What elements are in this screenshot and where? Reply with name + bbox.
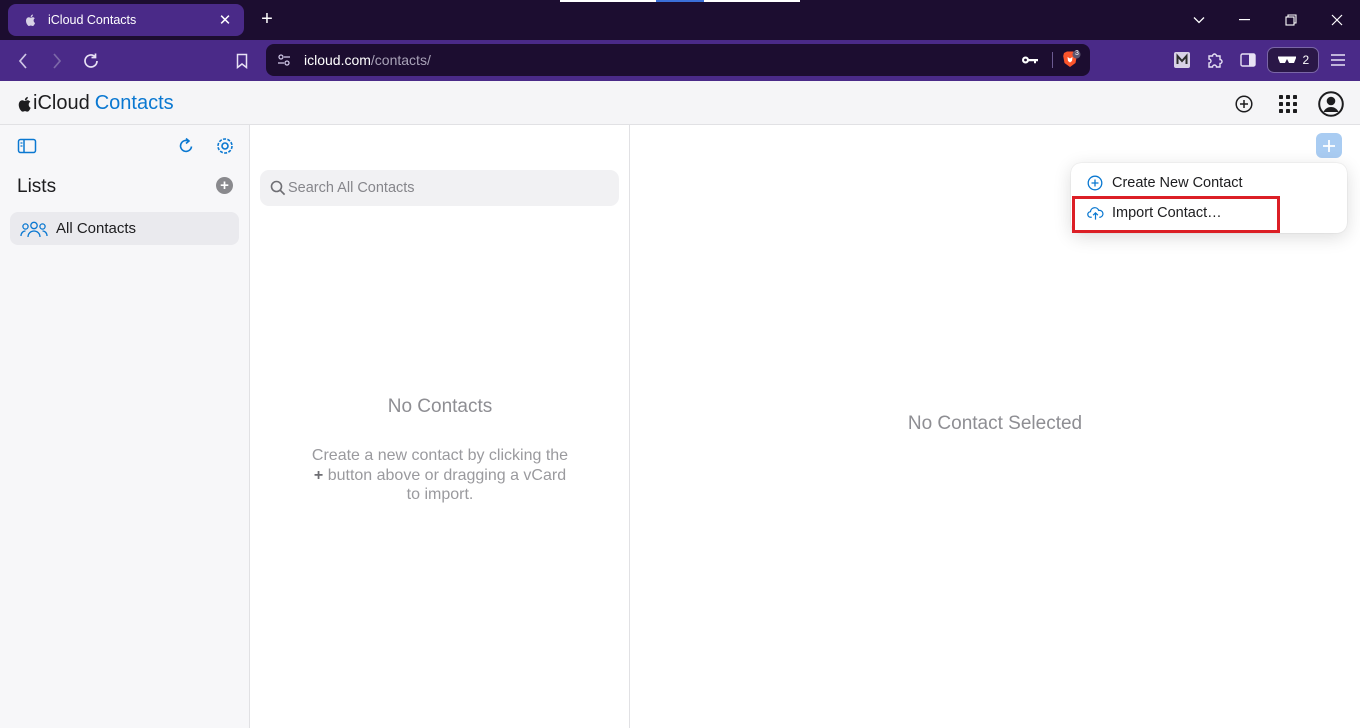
sidebar-panel-icon[interactable] <box>1236 48 1260 72</box>
browser-tab-icloud-contacts[interactable]: iCloud Contacts ✕ <box>8 4 244 36</box>
add-list-plus-icon[interactable]: + <box>216 177 233 194</box>
back-arrow-icon[interactable] <box>10 48 36 74</box>
menu-item-create-new-contact[interactable]: Create New Contact <box>1071 169 1347 197</box>
bookmark-icon[interactable] <box>229 48 255 74</box>
apple-logo-icon <box>24 13 38 27</box>
add-circle-icon[interactable] <box>1231 91 1257 117</box>
sidebar-item-label: All Contacts <box>56 220 137 237</box>
browser-tab-bar: iCloud Contacts ✕ + <box>0 0 1360 40</box>
add-contact-button[interactable] <box>1316 133 1342 158</box>
reload-icon[interactable] <box>78 48 104 74</box>
browser-menu-hamburger-icon[interactable] <box>1326 48 1350 72</box>
empty-state-title: No Contacts <box>387 396 493 417</box>
wallet-count: 2 <box>1302 53 1310 67</box>
empty-state-plus: + <box>313 466 324 484</box>
settings-gear-icon[interactable] <box>214 135 236 157</box>
close-window-icon[interactable] <box>1321 6 1353 34</box>
url-domain: icloud.com <box>304 52 371 68</box>
sunglasses-icon <box>1277 55 1297 65</box>
brave-wallet-button[interactable]: 2 <box>1267 47 1319 73</box>
address-bar[interactable]: icloud.com/contacts/ 3 <box>266 44 1090 76</box>
apple-logo-icon <box>16 95 32 113</box>
menu-item-label: Create New Contact <box>1112 175 1243 191</box>
browser-toolbar: icloud.com/contacts/ 3 2 <box>0 40 1360 81</box>
account-avatar-icon[interactable] <box>1318 91 1344 117</box>
url-text[interactable]: icloud.com/contacts/ <box>304 52 431 68</box>
tab-close-icon[interactable]: ✕ <box>216 11 234 29</box>
no-contact-selected-text: No Contact Selected <box>907 413 1083 434</box>
people-group-icon <box>20 220 48 238</box>
site-info-tune-icon[interactable] <box>274 50 294 70</box>
app-grid-icon[interactable] <box>1275 91 1301 117</box>
brave-shields-lion-icon[interactable]: 3 <box>1061 50 1081 70</box>
brand-icloud-text: iCloud <box>33 92 90 114</box>
empty-state-message: Create a new contact by clicking the + b… <box>310 446 570 505</box>
sidebar-item-all-contacts[interactable]: All Contacts <box>10 212 239 245</box>
brave-shields-badge: 3 <box>1075 50 1079 57</box>
icloud-app-header: iCloud Contacts <box>0 81 1360 125</box>
refresh-icon[interactable] <box>175 135 197 157</box>
toggle-sidebar-icon[interactable] <box>16 135 38 157</box>
restore-window-icon[interactable] <box>1275 6 1307 34</box>
plus-circle-icon <box>1087 175 1104 192</box>
tab-search-chevron-icon[interactable] <box>1183 6 1215 34</box>
extensions-puzzle-icon[interactable] <box>1203 48 1227 72</box>
search-icon <box>270 180 286 196</box>
empty-state-text-1: Create a new contact by clicking the <box>311 447 569 464</box>
search-field[interactable] <box>260 170 619 206</box>
new-tab-plus-icon[interactable]: + <box>256 8 278 32</box>
address-bar-divider <box>1052 52 1053 68</box>
minimize-icon[interactable] <box>1229 6 1261 34</box>
contact-list-column: No Contacts Create a new contact by clic… <box>250 125 630 728</box>
password-key-icon[interactable] <box>1020 50 1040 70</box>
forward-arrow-icon[interactable] <box>44 48 70 74</box>
plus-icon <box>1323 139 1335 152</box>
brand-app-name: Contacts <box>94 92 174 114</box>
lists-sidebar: Lists + All Contacts <box>0 125 250 728</box>
icloud-contacts-logo[interactable]: iCloud Contacts <box>16 92 174 115</box>
window-drag-strip-highlight <box>656 0 704 2</box>
lists-heading: Lists <box>17 176 57 197</box>
import-contact-highlight-box <box>1072 196 1280 233</box>
empty-state-text-2: button above or dragging a vCard to impo… <box>327 466 567 504</box>
tab-title: iCloud Contacts <box>48 13 137 27</box>
extension-m-icon[interactable] <box>1170 48 1194 72</box>
search-input[interactable] <box>288 170 613 206</box>
contact-detail-pane: No Contact Selected Create New Contact I… <box>630 125 1360 728</box>
url-path: /contacts/ <box>370 52 431 68</box>
